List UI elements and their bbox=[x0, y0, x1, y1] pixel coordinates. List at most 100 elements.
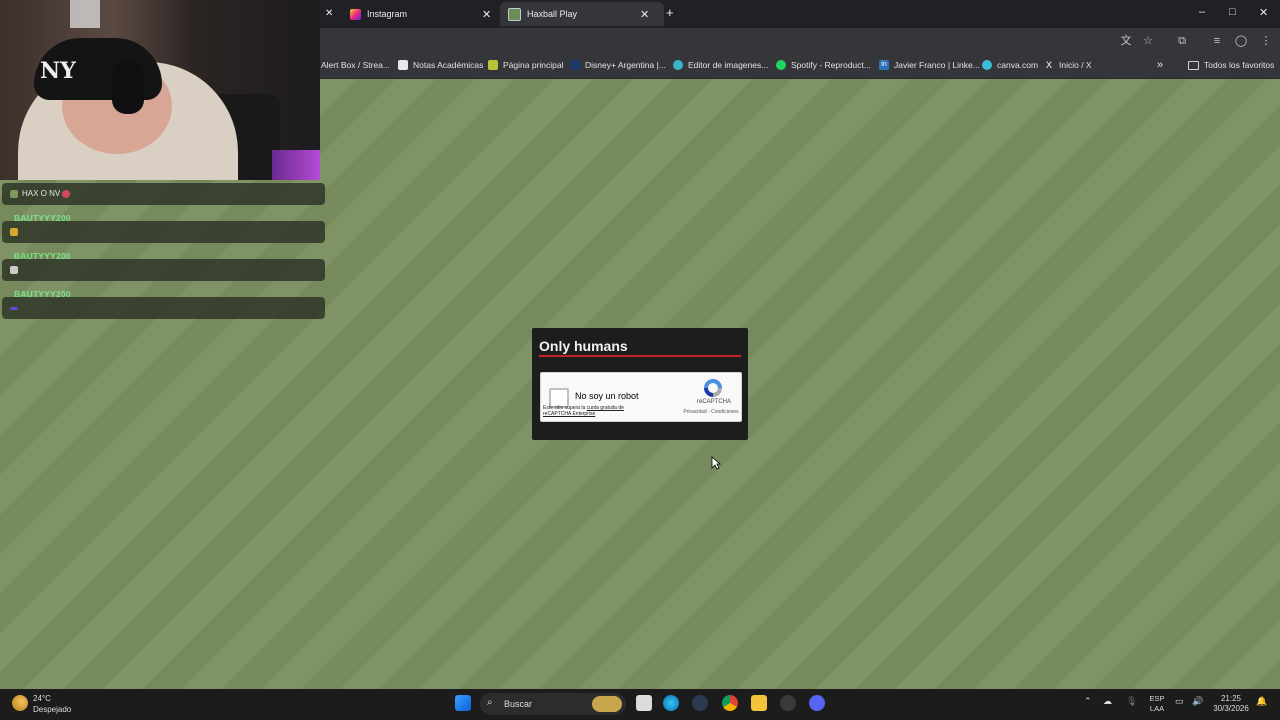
emote-icon bbox=[10, 307, 18, 310]
bookmark-label: Disney+ Argentina |... bbox=[585, 60, 666, 70]
close-button[interactable]: ✕ bbox=[1259, 6, 1268, 19]
microphone-icon[interactable]: 🎙 bbox=[1126, 696, 1137, 707]
weather-moon-icon[interactable] bbox=[12, 695, 28, 711]
notifications-icon[interactable]: 🔔 bbox=[1256, 696, 1267, 707]
minimize-button[interactable]: – bbox=[1199, 6, 1205, 18]
tab-label: Instagram bbox=[367, 9, 408, 19]
search-icon: ⌕ bbox=[487, 697, 493, 708]
obs-icon[interactable] bbox=[780, 695, 796, 711]
bookmark-alert-box[interactable]: Alert Box / Strea... bbox=[321, 60, 390, 70]
bookmark-editor[interactable]: Editor de imagenes... bbox=[673, 60, 768, 70]
editor-icon bbox=[673, 60, 683, 70]
bookmark-label: Spotify - Reproduct... bbox=[791, 60, 871, 70]
captcha-title: Only humans bbox=[539, 338, 628, 354]
bookmark-canva[interactable]: canva.com bbox=[982, 60, 1038, 70]
captcha-dialog: Only humans No soy un robot Este sitio s… bbox=[532, 328, 748, 440]
media-icon[interactable]: ≡ bbox=[1210, 34, 1224, 48]
page-icon bbox=[398, 60, 408, 70]
led-strip bbox=[272, 150, 320, 180]
edge-icon[interactable] bbox=[663, 695, 679, 711]
volume-icon[interactable]: 🔊 bbox=[1192, 696, 1203, 707]
emote-icon bbox=[10, 228, 18, 236]
page-icon bbox=[488, 60, 498, 70]
tab-instagram[interactable]: Instagram ✕ bbox=[340, 2, 510, 26]
disney-icon bbox=[570, 60, 580, 70]
bookmarks-more-icon[interactable]: » bbox=[1157, 59, 1163, 71]
instagram-icon bbox=[350, 8, 361, 20]
lamp-light bbox=[70, 0, 100, 28]
recaptcha-brand: reCAPTCHA bbox=[696, 399, 731, 405]
spotify-icon bbox=[776, 60, 786, 70]
linkedin-icon: in bbox=[879, 60, 889, 70]
discord-icon[interactable] bbox=[809, 695, 825, 711]
bookmark-spotify[interactable]: Spotify - Reproduct... bbox=[776, 60, 871, 70]
all-favorites-folder[interactable]: Todos los favoritos bbox=[1188, 60, 1274, 70]
bookmark-pagina-principal[interactable]: Página principal bbox=[488, 60, 563, 70]
recaptcha-widget: No soy un robot Este sitio supera la cuo… bbox=[540, 372, 742, 422]
clock-date: 30/3/2026 bbox=[1213, 704, 1249, 713]
bookmark-disney[interactable]: Disney+ Argentina |... bbox=[570, 60, 666, 70]
chat-text: HAX O NV bbox=[22, 189, 61, 198]
bookmark-linkedin[interactable]: in Javier Franco | Linke... bbox=[879, 60, 980, 70]
cap-logo: NY bbox=[40, 58, 76, 84]
system-clock[interactable]: 21:25 30/3/2026 bbox=[1210, 694, 1252, 714]
file-explorer-icon[interactable] bbox=[751, 695, 767, 711]
steam-icon[interactable] bbox=[692, 695, 708, 711]
bookmark-label: Página principal bbox=[503, 60, 564, 70]
bookmark-label: Notas Académicas bbox=[413, 60, 484, 70]
canva-icon bbox=[982, 60, 992, 70]
clock-time: 21:25 bbox=[1220, 694, 1242, 703]
chat-message bbox=[2, 297, 325, 319]
tab-close-icon[interactable]: ✕ bbox=[325, 8, 333, 19]
weather-description[interactable]: Despejado bbox=[33, 705, 71, 714]
headset bbox=[112, 60, 144, 114]
taskbar-search-box[interactable]: ⌕ Buscar bbox=[480, 693, 626, 715]
search-label: Buscar bbox=[504, 699, 533, 709]
x-icon: X bbox=[1045, 60, 1052, 70]
maximize-button[interactable]: □ bbox=[1229, 6, 1236, 18]
chat-message bbox=[2, 221, 325, 243]
tab-label: Haxball Play bbox=[527, 9, 578, 19]
network-icon[interactable]: ▭ bbox=[1175, 696, 1184, 707]
recaptcha-note: Este sitio supera la cuota gratuita de r… bbox=[543, 405, 653, 417]
search-highlight-icon bbox=[592, 696, 622, 712]
menu-icon[interactable]: ⋮ bbox=[1259, 34, 1273, 48]
heart-icon bbox=[62, 189, 71, 198]
weather-temperature[interactable]: 24°C bbox=[33, 694, 51, 703]
bookmark-notas[interactable]: Notas Académicas bbox=[398, 60, 483, 70]
recaptcha-logo-icon bbox=[704, 379, 722, 397]
chat-message: HAX O NV bbox=[2, 183, 325, 205]
bookmark-x[interactable]: X Inicio / X bbox=[1044, 60, 1092, 70]
haxball-icon bbox=[508, 7, 521, 21]
bookmark-label: Editor de imagenes... bbox=[688, 60, 769, 70]
chrome-icon[interactable] bbox=[722, 695, 738, 711]
bookmark-label: Alert Box / Strea... bbox=[321, 60, 390, 70]
tab-close-icon[interactable]: ✕ bbox=[640, 8, 649, 21]
tab-haxball-play[interactable]: Haxball Play ✕ bbox=[500, 2, 664, 26]
windows-start-icon[interactable] bbox=[455, 695, 471, 711]
translate-icon[interactable]: 文 bbox=[1119, 34, 1133, 48]
all-favorites-label: Todos los favoritos bbox=[1204, 60, 1275, 70]
star-icon[interactable]: ☆ bbox=[1141, 34, 1155, 48]
webcam-overlay: NY bbox=[0, 0, 320, 180]
recaptcha-links[interactable]: Privacidad - Condiciones bbox=[661, 409, 761, 415]
bookmark-label: Javier Franco | Linke... bbox=[894, 60, 980, 70]
tray-overflow-icon[interactable]: ⌃ bbox=[1084, 696, 1092, 707]
language-code: ESP bbox=[1149, 694, 1165, 703]
recaptcha-label: No soy un robot bbox=[575, 391, 639, 401]
folder-icon bbox=[1188, 60, 1199, 70]
new-tab-button[interactable]: + bbox=[666, 5, 674, 20]
bookmark-label: Inicio / X bbox=[1059, 60, 1092, 70]
tab-close-icon[interactable]: ✕ bbox=[482, 8, 491, 21]
chat-message bbox=[2, 259, 325, 281]
captcha-divider bbox=[539, 355, 741, 357]
task-view-icon[interactable] bbox=[636, 695, 652, 711]
onedrive-icon[interactable]: ☁ bbox=[1103, 696, 1112, 707]
emote-icon bbox=[10, 266, 18, 274]
bookmark-label: canva.com bbox=[997, 60, 1039, 70]
emote-icon bbox=[10, 189, 18, 198]
keyboard-layout: LAA bbox=[1149, 704, 1165, 713]
profile-icon[interactable]: ◯ bbox=[1234, 34, 1248, 48]
extensions-icon[interactable]: ⧉ bbox=[1175, 34, 1189, 48]
language-indicator[interactable]: ESP LAA bbox=[1148, 694, 1166, 714]
